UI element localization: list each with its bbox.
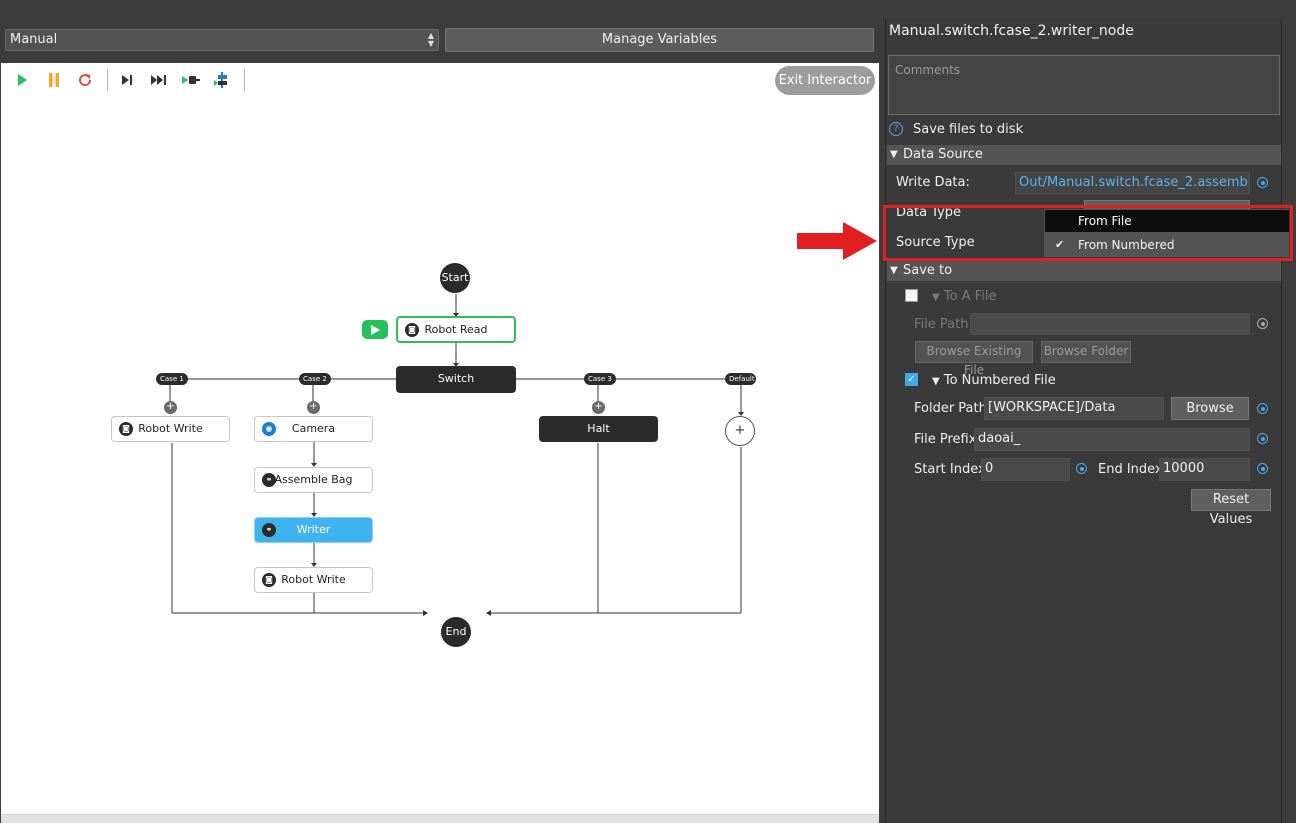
manage-variables-button[interactable]: Manage Variables — [445, 28, 874, 52]
collapse-triangle-icon: ▼ — [890, 149, 898, 160]
add-node-case2-icon[interactable]: + — [307, 401, 320, 414]
file-prefix-input[interactable]: daoai_ — [974, 428, 1250, 451]
target-icon[interactable] — [1257, 177, 1268, 188]
mode-select-value: Manual — [10, 32, 58, 47]
robot-read-node[interactable]: ◙ Robot Read — [396, 316, 516, 343]
end-node[interactable]: End — [441, 617, 471, 647]
target-icon[interactable] — [1076, 463, 1087, 474]
to-numbered-file-checkbox[interactable]: ✓ — [905, 373, 918, 386]
end-index-label: End Index — [1098, 462, 1163, 477]
assemble-bag-label: Assemble Bag — [274, 473, 353, 486]
target-icon[interactable] — [1257, 403, 1268, 414]
data-source-header[interactable]: ▼ Data Source — [887, 145, 1281, 165]
file-prefix-label: File Prefix — [914, 432, 977, 447]
robot-icon: ◙ — [262, 573, 276, 587]
robot-read-label: Robot Read — [424, 323, 488, 336]
browse-button[interactable]: Browse — [1171, 397, 1249, 420]
reset-values-button[interactable]: Reset Values — [1191, 489, 1271, 527]
play-badge-icon[interactable] — [362, 320, 388, 339]
browse-existing-file-button[interactable]: Browse Existing File — [915, 341, 1033, 377]
link-icon: ⚭ — [262, 473, 276, 487]
folder-path-label: Folder Path — [914, 401, 987, 416]
camera-label: Camera — [291, 422, 336, 435]
case-1-tag[interactable]: Case 1 — [156, 373, 188, 385]
writer-label: Writer — [296, 523, 331, 536]
target-icon[interactable] — [1257, 463, 1268, 474]
browse-folder-button[interactable]: Browse Folder — [1041, 341, 1131, 363]
halt-node[interactable]: Halt — [539, 416, 658, 442]
target-icon[interactable] — [1257, 318, 1268, 329]
camera-icon: ◉ — [262, 422, 276, 436]
case-3-tag[interactable]: Case 3 — [584, 373, 616, 385]
default-add-node[interactable]: + — [725, 416, 755, 446]
collapse-triangle-icon: ▼ — [932, 376, 940, 387]
camera-node[interactable]: ◉ Camera — [254, 416, 373, 442]
start-index-label: Start Index — [914, 462, 986, 477]
start-index-input[interactable]: 0 — [981, 458, 1070, 481]
collapse-triangle-icon: ▼ — [890, 265, 898, 276]
assemble-bag-node[interactable]: ⚭ Assemble Bag — [254, 467, 373, 493]
help-icon[interactable]: ? — [889, 122, 903, 136]
start-node[interactable]: Start — [440, 263, 470, 293]
switch-node[interactable]: Switch — [396, 366, 516, 393]
robot-icon: ◙ — [405, 323, 419, 337]
add-node-case3-icon[interactable]: + — [592, 401, 605, 414]
save-files-label: Save files to disk — [913, 122, 1024, 137]
writer-node[interactable]: ⚭ Writer — [254, 517, 373, 543]
mode-select[interactable]: Manual ▲ ▼ — [5, 29, 439, 51]
robot-write-label: Robot Write — [281, 573, 346, 586]
add-node-case1-icon[interactable]: + — [164, 401, 177, 414]
folder-path-input[interactable]: [WORKSPACE]/Data — [984, 397, 1164, 420]
annotation-highlight-box — [883, 205, 1293, 261]
end-index-input[interactable]: 10000 — [1159, 458, 1250, 481]
robot-write-node-case1[interactable]: ◙ Robot Write — [111, 416, 230, 442]
write-data-field[interactable]: Out/Manual.switch.fcase_2.assemble_bag — [1015, 172, 1250, 194]
flow-connectors — [169, 294, 744, 616]
collapse-triangle-icon: ▼ — [932, 292, 940, 303]
node-title: Manual.switch.fcase_2.writer_node — [889, 23, 1134, 39]
target-icon[interactable] — [1257, 433, 1268, 444]
save-to-header[interactable]: ▼ Save to — [887, 261, 1281, 281]
to-numbered-file-label: ▼ To Numbered File — [932, 373, 1056, 388]
select-arrows-icon: ▲ ▼ — [427, 31, 434, 48]
write-data-label: Write Data: — [896, 175, 970, 190]
to-a-file-label: ▼ To A File — [932, 289, 997, 304]
comments-input[interactable]: Comments — [888, 55, 1280, 115]
robot-write-label: Robot Write — [138, 422, 203, 435]
robot-write-node-case2[interactable]: ◙ Robot Write — [254, 567, 373, 593]
case-2-tag[interactable]: Case 2 — [299, 373, 331, 385]
annotation-arrow-icon — [797, 222, 877, 260]
to-a-file-checkbox[interactable] — [905, 289, 918, 302]
link-icon: ⚭ — [262, 523, 276, 537]
robot-icon: ◙ — [119, 422, 133, 436]
default-tag[interactable]: Default — [725, 373, 756, 385]
file-path-label: File Path: — [914, 317, 973, 332]
canvas-horizontal-scrollbar[interactable] — [1, 814, 879, 823]
properties-panel — [885, 18, 1282, 823]
file-path-input[interactable] — [970, 313, 1250, 335]
